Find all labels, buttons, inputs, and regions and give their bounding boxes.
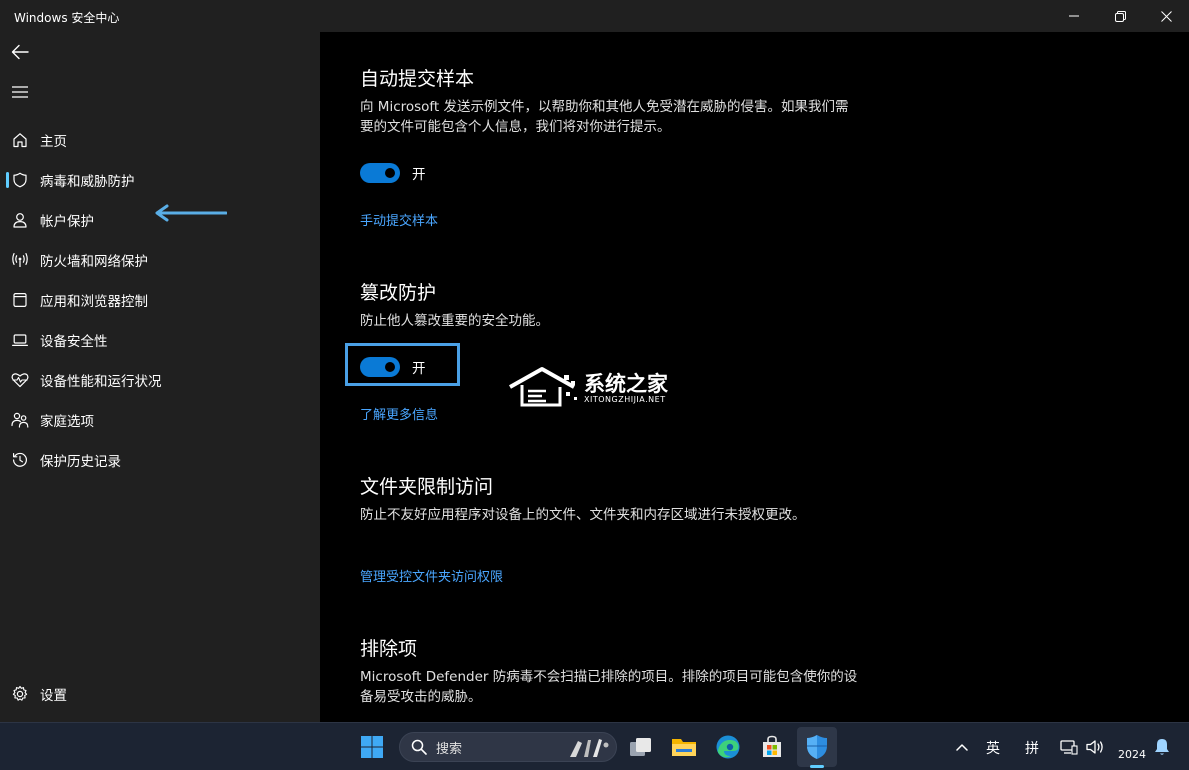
annotation-arrow-icon bbox=[155, 204, 227, 222]
store-icon bbox=[763, 735, 781, 757]
window-title: Windows 安全中心 bbox=[14, 11, 120, 25]
manage-folder-access-link[interactable]: 管理受控文件夹访问权限 bbox=[360, 566, 503, 585]
notification-button[interactable] bbox=[1149, 731, 1175, 763]
family-icon bbox=[4, 403, 36, 437]
windows-security-taskbar-button[interactable] bbox=[801, 731, 833, 763]
auto-sample-toggle-row: 开 bbox=[360, 163, 426, 183]
bell-icon bbox=[1155, 739, 1169, 755]
minimize-button[interactable] bbox=[1051, 0, 1097, 32]
section-title-auto-sample: 自动提交样本 bbox=[360, 68, 475, 90]
toggle-knob bbox=[385, 168, 395, 178]
section-title-exclusions: 排除项 bbox=[360, 638, 418, 660]
sidebar-item-label: 帐户保护 bbox=[40, 214, 94, 230]
watermark-text: 系统之家 bbox=[584, 372, 668, 396]
ime-mode-indicator[interactable]: 拼 bbox=[1025, 738, 1039, 758]
watermark-logo: 系统之家 XITONGZHIJIA.NET bbox=[508, 365, 683, 407]
edge-icon bbox=[716, 735, 740, 759]
sidebar-item-family-options[interactable]: 家庭选项 bbox=[4, 403, 316, 437]
sidebar-item-label: 设备安全性 bbox=[40, 334, 108, 350]
folder-icon bbox=[672, 739, 696, 756]
tamper-protection-toggle[interactable] bbox=[360, 357, 400, 377]
network-status-button[interactable] bbox=[1056, 731, 1082, 763]
section-desc-exclusions: Microsoft Defender 防病毒不会扫描已排除的项目。排除的项目可能… bbox=[360, 669, 858, 705]
close-icon bbox=[1160, 10, 1172, 22]
main-content: 自动提交样本 向 Microsoft 发送示例文件，以帮助你和其他人免受潜在威胁… bbox=[320, 32, 1189, 722]
minimize-icon bbox=[1069, 15, 1079, 17]
edge-browser-button[interactable] bbox=[712, 731, 744, 763]
restore-icon bbox=[1114, 10, 1126, 22]
toggle-state-label: 开 bbox=[412, 361, 426, 377]
volume-icon bbox=[1086, 740, 1103, 754]
sidebar-item-label: 病毒和威胁防护 bbox=[40, 174, 135, 190]
watermark-subtext: XITONGZHIJIA.NET bbox=[584, 395, 666, 404]
active-app-indicator bbox=[810, 765, 824, 768]
sidebar-item-home[interactable]: 主页 bbox=[4, 123, 316, 157]
settings-label: 设置 bbox=[40, 688, 67, 704]
back-button[interactable] bbox=[6, 38, 34, 66]
file-explorer-button[interactable] bbox=[668, 731, 700, 763]
taskbar-search-box[interactable]: 搜索 bbox=[399, 732, 617, 762]
microsoft-store-button[interactable] bbox=[756, 731, 788, 763]
toggle-knob bbox=[385, 362, 395, 372]
house-logo-icon bbox=[509, 367, 577, 407]
toggle-state-label: 开 bbox=[412, 167, 426, 183]
taskbar-clock[interactable]: 2024 bbox=[1118, 748, 1146, 761]
gear-icon bbox=[4, 677, 36, 711]
search-placeholder: 搜索 bbox=[436, 741, 463, 757]
wireless-icon bbox=[4, 243, 36, 277]
restore-button[interactable] bbox=[1097, 0, 1143, 32]
task-view-icon bbox=[630, 738, 651, 756]
sidebar-item-protection-history[interactable]: 保护历史记录 bbox=[4, 443, 316, 477]
section-title-tamper-protection: 篡改防护 bbox=[360, 282, 437, 304]
start-button[interactable] bbox=[356, 731, 388, 763]
hamburger-icon bbox=[12, 86, 28, 98]
windows-logo-icon bbox=[361, 736, 383, 758]
sidebar-item-virus-protection[interactable]: 病毒和威胁防护 bbox=[4, 163, 316, 197]
app-window-icon bbox=[4, 283, 36, 317]
security-shield-icon bbox=[807, 735, 827, 759]
sidebar-item-label: 设备性能和运行状况 bbox=[40, 374, 162, 390]
hamburger-menu-button[interactable] bbox=[6, 78, 34, 106]
sidebar-item-label: 保护历史记录 bbox=[40, 454, 121, 470]
show-hidden-icons-button[interactable] bbox=[947, 731, 977, 763]
sidebar-item-firewall[interactable]: 防火墙和网络保护 bbox=[4, 243, 316, 277]
sidebar-item-app-browser-control[interactable]: 应用和浏览器控制 bbox=[4, 283, 316, 317]
close-button[interactable] bbox=[1143, 0, 1189, 32]
auto-sample-toggle[interactable] bbox=[360, 163, 400, 183]
sidebar-item-label: 主页 bbox=[40, 134, 67, 150]
volume-button[interactable] bbox=[1083, 731, 1109, 763]
section-desc-auto-sample: 向 Microsoft 发送示例文件，以帮助你和其他人免受潜在威胁的侵害。如果我… bbox=[360, 99, 849, 135]
active-indicator bbox=[6, 172, 9, 188]
taskbar: 搜索 英 拼 2024 bbox=[0, 722, 1189, 770]
sidebar-item-label: 应用和浏览器控制 bbox=[40, 294, 148, 310]
heart-pulse-icon bbox=[4, 363, 36, 397]
title-bar: Windows 安全中心 bbox=[0, 0, 1189, 32]
search-icon bbox=[404, 739, 434, 755]
sidebar-item-label: 防火墙和网络保护 bbox=[40, 254, 148, 270]
sidebar: 主页 病毒和威胁防护 帐户保护 防火墙和网络保护 应用和浏览器控制 设备安全性 bbox=[0, 32, 320, 722]
section-desc-controlled-folder-access: 防止不友好应用程序对设备上的文件、文件夹和内存区域进行未授权更改。 bbox=[360, 507, 806, 523]
person-icon bbox=[4, 203, 36, 237]
laptop-icon bbox=[4, 323, 36, 357]
sidebar-item-device-security[interactable]: 设备安全性 bbox=[4, 323, 316, 357]
manual-submit-sample-link[interactable]: 手动提交样本 bbox=[360, 210, 438, 229]
sidebar-item-settings[interactable]: 设置 bbox=[4, 677, 316, 711]
sidebar-item-label: 家庭选项 bbox=[40, 414, 94, 430]
tamper-protection-toggle-row: 开 bbox=[360, 357, 426, 377]
home-icon bbox=[4, 123, 36, 157]
section-title-controlled-folder-access: 文件夹限制访问 bbox=[360, 476, 494, 498]
network-icon bbox=[1060, 740, 1078, 755]
ime-language-indicator[interactable]: 英 bbox=[986, 738, 1000, 758]
task-view-button[interactable] bbox=[625, 731, 657, 763]
search-highlight-icon bbox=[570, 739, 609, 757]
learn-more-link[interactable]: 了解更多信息 bbox=[360, 404, 438, 423]
chevron-up-icon bbox=[956, 744, 968, 751]
section-desc-tamper-protection: 防止他人篡改重要的安全功能。 bbox=[360, 313, 549, 329]
history-icon bbox=[4, 443, 36, 477]
sidebar-item-device-performance[interactable]: 设备性能和运行状况 bbox=[4, 363, 316, 397]
back-arrow-icon bbox=[11, 44, 29, 60]
